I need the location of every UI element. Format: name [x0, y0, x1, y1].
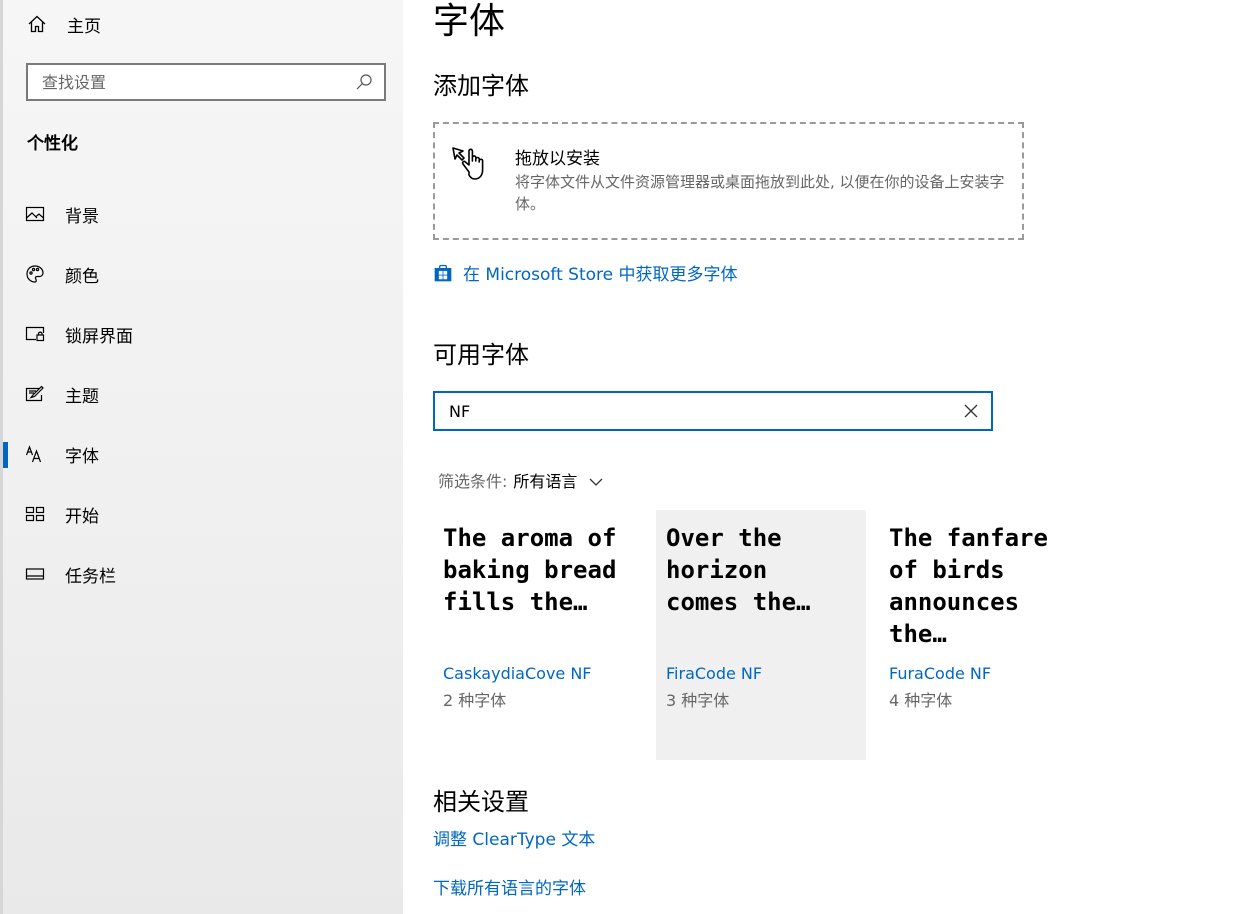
drop-zone-description: 将字体文件从文件资源管理器或桌面拖放到此处, 以便在你的设备上安装字体。	[515, 173, 1005, 213]
sidebar-item-label: 颜色	[65, 266, 99, 287]
microsoft-store-link[interactable]: 在 Microsoft Store 中获取更多字体	[433, 260, 738, 285]
drop-zone-text: 拖放以安装 将字体文件从文件资源管理器或桌面拖放到此处, 以便在你的设备上安装字…	[515, 142, 1015, 238]
font-card-caskaydiacove[interactable]: The aroma of baking bread fills the… Cas…	[433, 510, 643, 760]
store-bag-icon	[433, 263, 453, 283]
settings-search-box	[26, 63, 386, 101]
main-content: 字体 添加字体 拖放以安装 将字体文件从文件资源管理器或桌面拖放到此处, 以便在…	[403, 0, 1238, 914]
home-icon	[27, 14, 47, 34]
sidebar-item-themes[interactable]: 主题	[3, 364, 403, 424]
font-icon	[25, 444, 45, 464]
drop-zone-title: 拖放以安装	[515, 149, 600, 169]
sidebar-item-fonts[interactable]: 字体	[3, 424, 403, 484]
clear-search-button[interactable]	[961, 401, 981, 421]
sidebar-item-label: 主题	[65, 386, 99, 407]
sidebar-item-start[interactable]: 开始	[3, 484, 403, 544]
font-card-list: The aroma of baking bread fills the… Cas…	[433, 510, 1089, 760]
font-count: 3 种字体	[666, 691, 730, 710]
settings-search-input[interactable]	[42, 72, 354, 92]
font-name: CaskaydiaCove NF	[443, 664, 592, 683]
font-count: 2 种字体	[443, 691, 507, 710]
font-drop-zone[interactable]: 拖放以安装 将字体文件从文件资源管理器或桌面拖放到此处, 以便在你的设备上安装字…	[433, 122, 1024, 240]
available-fonts-heading: 可用字体	[433, 341, 529, 369]
sidebar-item-colors[interactable]: 颜色	[3, 244, 403, 304]
nav-list: 背景 颜色 锁屏界面 主题 字体 开始 任务栏	[3, 184, 403, 604]
download-fonts-link[interactable]: 下载所有语言的字体	[433, 874, 586, 899]
sidebar-item-label: 锁屏界面	[65, 326, 133, 347]
sidebar-item-label: 开始	[65, 506, 99, 527]
taskbar-icon	[25, 564, 45, 584]
filter-value: 所有语言	[513, 472, 578, 491]
sidebar-item-label: 背景	[65, 206, 99, 227]
related-settings-heading: 相关设置	[433, 788, 529, 816]
palette-icon	[25, 264, 45, 284]
sidebar-item-label: 任务栏	[65, 566, 116, 587]
font-name: FuraCode NF	[889, 664, 992, 683]
theme-icon	[25, 384, 45, 404]
font-card-firacode[interactable]: Over the horizon comes the… FiraCode NF …	[656, 510, 866, 760]
sidebar: 主页 个性化 背景 颜色 锁屏界面	[0, 0, 403, 914]
cleartype-link[interactable]: 调整 ClearType 文本	[433, 825, 595, 850]
search-icon[interactable]	[354, 72, 374, 92]
nav-home[interactable]: 主页	[27, 10, 101, 38]
font-count: 4 种字体	[889, 691, 953, 710]
font-search-box	[433, 391, 993, 431]
start-icon	[25, 504, 45, 524]
page-title: 字体	[433, 1, 506, 42]
font-card-furacode[interactable]: The fanfare of birds announces the… Fura…	[879, 510, 1089, 760]
font-name: FiraCode NF	[666, 664, 763, 683]
lock-screen-icon	[25, 324, 45, 344]
filter-label: 筛选条件:	[438, 472, 508, 491]
add-fonts-heading: 添加字体	[433, 72, 529, 100]
font-preview: Over the horizon comes the…	[666, 524, 811, 616]
chevron-down-icon	[589, 471, 603, 490]
filter-dropdown[interactable]: 所有语言	[513, 468, 603, 492]
sidebar-item-lock-screen[interactable]: 锁屏界面	[3, 304, 403, 364]
font-preview: The aroma of baking bread fills the…	[443, 524, 617, 616]
section-title-personalization: 个性化	[27, 134, 78, 154]
font-search-input[interactable]	[449, 401, 961, 421]
font-preview: The fanfare of birds announces the…	[889, 524, 1048, 648]
picture-icon	[25, 204, 45, 224]
sidebar-item-background[interactable]: 背景	[3, 184, 403, 244]
store-link-label: 在 Microsoft Store 中获取更多字体	[463, 265, 738, 285]
language-filter: 筛选条件: 所有语言	[438, 468, 603, 492]
nav-home-label: 主页	[67, 16, 101, 37]
hand-pointer-icon	[451, 142, 495, 186]
sidebar-item-taskbar[interactable]: 任务栏	[3, 544, 403, 604]
sidebar-item-label: 字体	[65, 446, 99, 467]
